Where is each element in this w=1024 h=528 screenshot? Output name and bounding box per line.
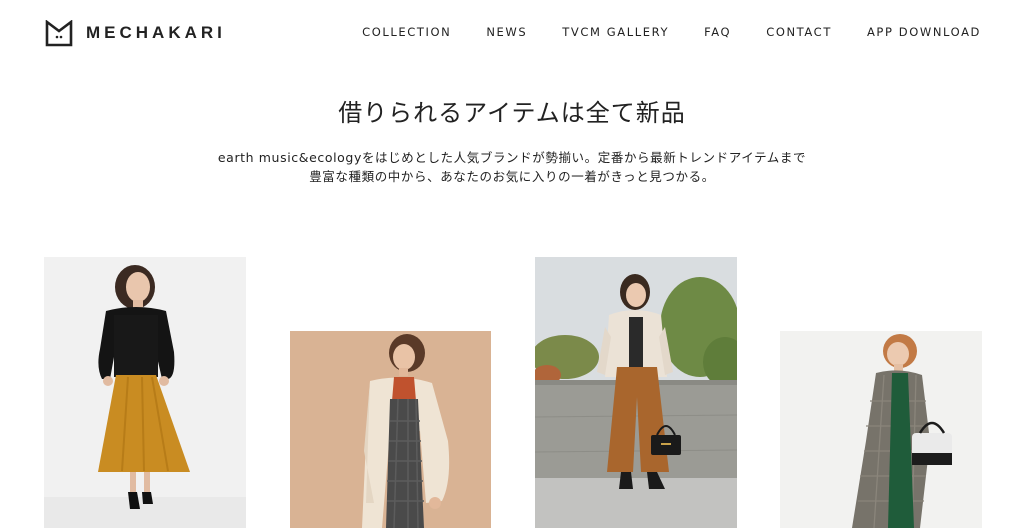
logo-mark-icon bbox=[45, 19, 73, 46]
brand-name: MECHAKARI bbox=[86, 23, 226, 42]
model-photo-2-image bbox=[290, 331, 491, 528]
gallery-photo-2 bbox=[290, 331, 491, 528]
brand-logo[interactable]: MECHAKARI bbox=[45, 19, 226, 47]
gallery-photo-3 bbox=[535, 257, 737, 528]
hero-description: earth music&ecologyをはじめとした人気ブランドが勢揃い。定番か… bbox=[0, 148, 1024, 186]
nav-item-collection[interactable]: COLLECTION bbox=[362, 25, 451, 39]
gallery-photo-1 bbox=[44, 257, 246, 528]
hero-description-line-1: earth music&ecologyをはじめとした人気ブランドが勢揃い。定番か… bbox=[217, 150, 807, 165]
main-nav: COLLECTION NEWS TVCM GALLERY FAQ CONTACT… bbox=[362, 25, 981, 39]
site-header: MECHAKARI COLLECTION NEWS TVCM GALLERY F… bbox=[0, 0, 1024, 64]
nav-item-app-download[interactable]: APP DOWNLOAD bbox=[867, 25, 981, 39]
model-photo-3-image bbox=[535, 257, 737, 528]
nav-item-contact[interactable]: CONTACT bbox=[766, 25, 832, 39]
model-photo-1-image bbox=[44, 257, 246, 528]
nav-item-faq[interactable]: FAQ bbox=[704, 25, 731, 39]
nav-item-news[interactable]: NEWS bbox=[486, 25, 527, 39]
nav-item-tvcm-gallery[interactable]: TVCM GALLERY bbox=[562, 25, 669, 39]
hero-title: 借りられるアイテムは全て新品 bbox=[338, 99, 686, 127]
hero-description-line-2: 豊富な種類の中から、あなたのお気に入りの一着がきっと見つかる。 bbox=[309, 169, 715, 184]
model-photo-4-image bbox=[780, 331, 982, 528]
gallery-photo-4 bbox=[780, 331, 982, 528]
